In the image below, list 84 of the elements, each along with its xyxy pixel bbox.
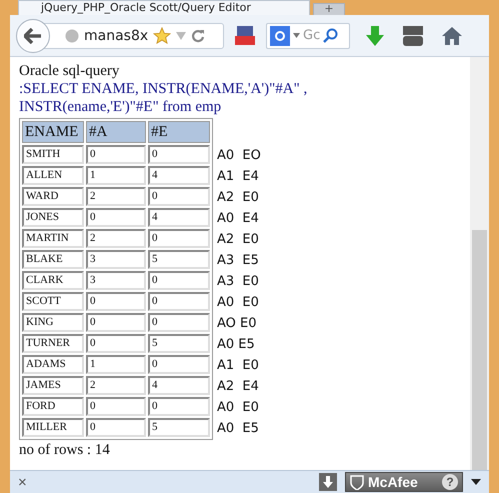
table-cell: 0 (86, 292, 146, 311)
table-cell: 3 (86, 250, 146, 269)
table-cell: 0 (148, 271, 210, 290)
table-cell: 0 (148, 397, 210, 416)
table-cell: BLAKE (22, 250, 84, 269)
table-cell: 4 (148, 208, 210, 227)
table-cell: ADAMS (22, 355, 84, 374)
table-cell: 0 (86, 208, 146, 227)
table-cell: 5 (148, 418, 210, 437)
table-cell: JONES (22, 208, 84, 227)
table-cell: 2 (86, 229, 146, 248)
help-icon[interactable]: ? (442, 474, 458, 490)
result-note: A1 E4 (217, 168, 260, 186)
shield-icon (350, 474, 364, 490)
scrollbar-thumb[interactable] (472, 230, 487, 470)
table-cell: 0 (148, 229, 210, 248)
result-note: A0 E0 (217, 399, 260, 417)
table-cell: 3 (86, 271, 146, 290)
table-cell: 0 (86, 313, 146, 332)
column-header: #E (148, 121, 210, 143)
back-arrow-icon[interactable] (24, 28, 42, 44)
table-cell: 0 (148, 187, 210, 206)
table-cell: 0 (86, 334, 146, 353)
download-arrow-icon[interactable] (366, 26, 384, 46)
table-cell: MARTIN (22, 229, 84, 248)
column-header: ENAME (22, 121, 84, 143)
addon-icon[interactable] (234, 24, 256, 48)
table-cell: FORD (22, 397, 84, 416)
table-cell: 2 (86, 376, 146, 395)
page-heading: Oracle sql-query (19, 62, 120, 80)
search-engine-icon[interactable] (270, 26, 290, 46)
table-cell: SCOTT (22, 292, 84, 311)
table-cell: 0 (148, 313, 210, 332)
table-cell: CLARK (22, 271, 84, 290)
table-cell: MILLER (22, 418, 84, 437)
result-note: A0 E5 (217, 420, 260, 438)
table-cell: 0 (148, 292, 210, 311)
table-cell: TURNER (22, 334, 84, 353)
table-cell: 5 (148, 250, 210, 269)
download-icon[interactable] (319, 473, 337, 491)
table-cell: 1 (86, 355, 146, 374)
result-note: A1 E0 (217, 357, 260, 375)
result-note: A0 E5 (217, 336, 256, 354)
table-cell: 0 (86, 418, 146, 437)
result-note: A0 E0 (217, 294, 260, 312)
table-cell: 5 (148, 334, 210, 353)
table-cell: 0 (86, 397, 146, 416)
table-cell: 0 (148, 355, 210, 374)
home-icon[interactable] (442, 26, 462, 44)
table-cell: 0 (148, 145, 210, 164)
result-note: A0 E4 (217, 210, 260, 228)
table-cell: 4 (148, 166, 210, 185)
search-field[interactable]: Gc (266, 22, 350, 48)
table-cell: KING (22, 313, 84, 332)
new-tab-button[interactable]: + (313, 3, 345, 15)
browser-tab[interactable]: jQuery_PHP_Oracle Scott/Query Editor (18, 0, 310, 15)
reload-icon[interactable] (191, 28, 206, 42)
table-cell: 0 (86, 145, 146, 164)
star-icon[interactable] (153, 27, 172, 44)
table-cell: SMITH (22, 145, 84, 164)
result-note: AO E0 (217, 315, 258, 333)
table-cell: JAMES (22, 376, 84, 395)
result-note: A2 E4 (217, 378, 260, 396)
url-field[interactable]: manas8x (44, 22, 224, 48)
column-header: #A (86, 121, 146, 143)
table-cell: 2 (86, 187, 146, 206)
dropdown-icon[interactable] (293, 33, 300, 38)
scrollbar[interactable] (470, 57, 489, 470)
mcafee-button[interactable]: McAfee ? (345, 472, 463, 492)
table-cell: 4 (148, 376, 210, 395)
search-icon[interactable] (323, 28, 338, 43)
result-note: A0 EO (217, 147, 261, 165)
close-button[interactable]: × (18, 474, 27, 490)
table-cell: WARD (22, 187, 84, 206)
table-cell: ALLEN (22, 166, 84, 185)
back-button[interactable] (16, 18, 50, 52)
result-note: A3 E0 (217, 273, 260, 291)
row-count-text: no of rows : 14 (19, 441, 111, 459)
result-note: A2 E0 (217, 231, 260, 249)
sql-query-text: :SELECT ENAME, INSTR(ENAME,'A')"#A" , INSTR(ename,'E')"#E" from emp (19, 80, 308, 116)
caret-icon[interactable] (471, 479, 481, 485)
result-note: A2 E0 (217, 189, 260, 207)
result-note: A3 E5 (217, 252, 260, 270)
table-cell: 1 (86, 166, 146, 185)
